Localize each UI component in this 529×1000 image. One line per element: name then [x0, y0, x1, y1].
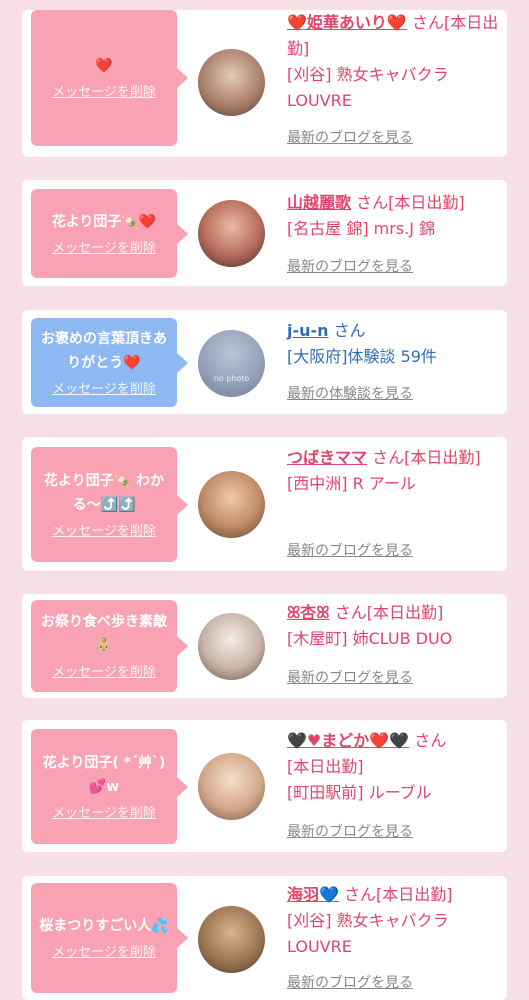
message-card: お祭り食べ歩き素敵👶🏼 メッセージを削除 ꕤ杏ꕤ さん[本日出勤] [木屋町] … [22, 594, 507, 698]
latest-blog-link[interactable]: 最新のブログを見る [287, 822, 413, 842]
status-text: [本日出勤] [404, 448, 481, 467]
profile-name-link[interactable]: つばきママ [287, 448, 367, 467]
delete-message-link[interactable]: メッセージを削除 [52, 664, 156, 682]
message-bubble: 花より団子🍡 わかる〜⤴️⤴️ メッセージを削除 [31, 447, 188, 562]
delete-message-link[interactable]: メッセージを削除 [52, 381, 156, 399]
message-text: 桜まつりすごい人💦 [39, 918, 169, 934]
latest-blog-link[interactable]: 最新のブログを見る [287, 668, 413, 688]
profile-info: j-u-n さん [大阪府]体験談 59件 [287, 318, 502, 370]
latest-blog-link[interactable]: 最新のブログを見る [287, 973, 413, 993]
avatar[interactable]: no photo [198, 330, 265, 397]
delete-message-link[interactable]: メッセージを削除 [52, 84, 156, 102]
shop-info: [西中洲] R アール [287, 474, 416, 493]
honorific: さん [344, 885, 377, 904]
message-bubble: 花より団子🍡❤️ メッセージを削除 [31, 189, 188, 278]
profile-info: 🖤♥まどか❤️🖤 さん [本日出勤] [町田駅前] ルーブル [287, 728, 502, 806]
message-card: 桜まつりすごい人💦 メッセージを削除 海羽💙 さん[本日出勤] [刈谷] 熟女キ… [22, 876, 507, 1000]
shop-name: LOUVRE [287, 937, 352, 956]
delete-message-link[interactable]: メッセージを削除 [52, 805, 156, 823]
profile-name-link[interactable]: j-u-n [287, 321, 329, 340]
status-text: [本日出勤] [287, 757, 364, 776]
delete-message-link[interactable]: メッセージを削除 [52, 240, 156, 258]
honorific: さん [356, 193, 389, 212]
message-card: お褒めの言葉頂きありがとう❤️ メッセージを削除 no photo j-u-n … [22, 310, 507, 414]
avatar[interactable] [198, 753, 265, 820]
profile-info: ꕤ杏ꕤ さん[本日出勤] [木屋町] 姉CLUB DUO [287, 600, 502, 652]
message-text: 花より団子🍡❤️ [51, 213, 157, 230]
avatar[interactable] [198, 906, 265, 973]
message-bubble: お祭り食べ歩き素敵👶🏼 メッセージを削除 [31, 600, 188, 692]
latest-blog-link[interactable]: 最新のブログを見る [287, 257, 413, 277]
profile-name-link[interactable]: 海羽💙 [287, 885, 339, 904]
message-card: 花より団子🍡 わかる〜⤴️⤴️ メッセージを削除 つばきママ さん[本日出勤] … [22, 437, 507, 571]
profile-name-link[interactable]: 山越麗歌 [287, 193, 351, 212]
avatar[interactable] [198, 49, 265, 116]
message-list: ❤️ メッセージを削除 ❤️姫華あいり❤️ さん[本日出勤] [刈谷] 熟女キャ… [0, 0, 529, 1000]
honorific: さん [411, 13, 444, 32]
message-card: 花より団子( *´艸`)💕w メッセージを削除 🖤♥まどか❤️🖤 さん [本日出… [22, 720, 507, 852]
delete-message-link[interactable]: メッセージを削除 [52, 523, 156, 541]
message-bubble: お褒めの言葉頂きありがとう❤️ メッセージを削除 [31, 318, 188, 407]
profile-name-link[interactable]: 🖤♥まどか❤️🖤 [287, 731, 409, 750]
review-info: [大阪府]体験談 59件 [287, 347, 437, 366]
profile-info: 山越麗歌 さん[本日出勤] [名古屋 錦] mrs.J 錦 [287, 190, 502, 242]
avatar[interactable] [198, 200, 265, 267]
latest-review-link[interactable]: 最新の体験談を見る [287, 384, 413, 404]
honorific: さん [333, 321, 366, 340]
message-text: 花より団子( *´艸`)💕w [42, 754, 166, 795]
message-bubble: 花より団子( *´艸`)💕w メッセージを削除 [31, 729, 188, 844]
profile-name-link[interactable]: ❤️姫華あいり❤️ [287, 13, 407, 32]
profile-name-link[interactable]: ꕤ杏ꕤ [287, 603, 330, 622]
delete-message-link[interactable]: メッセージを削除 [52, 944, 156, 962]
honorific: さん [414, 731, 447, 750]
status-text: [本日出勤] [376, 885, 453, 904]
message-text: ❤️ [95, 58, 113, 74]
shop-info: [木屋町] 姉CLUB DUO [287, 629, 453, 648]
message-bubble: ❤️ メッセージを削除 [31, 10, 188, 146]
message-text: お祭り食べ歩き素敵👶🏼 [41, 614, 167, 654]
shop-info: [名古屋 錦] mrs.J 錦 [287, 219, 436, 238]
latest-blog-link[interactable]: 最新のブログを見る [287, 541, 413, 561]
profile-info: 海羽💙 さん[本日出勤] [刈谷] 熟女キャバクラ LOUVRE [287, 882, 502, 960]
shop-info: [刈谷] 熟女キャバクラ [287, 65, 449, 84]
shop-name: LOUVRE [287, 91, 352, 110]
message-text: 花より団子🍡 わかる〜⤴️⤴️ [43, 472, 165, 513]
profile-info: つばきママ さん[本日出勤] [西中洲] R アール [287, 445, 502, 497]
profile-info: ❤️姫華あいり❤️ さん[本日出勤] [刈谷] 熟女キャバクラ LOUVRE [287, 10, 502, 114]
message-text: お褒めの言葉頂きありがとう❤️ [41, 330, 167, 371]
shop-info: [刈谷] 熟女キャバクラ [287, 911, 449, 930]
no-photo-label: no photo [213, 374, 250, 383]
shop-info: [町田駅前] ルーブル [287, 783, 432, 802]
message-card: ❤️ メッセージを削除 ❤️姫華あいり❤️ さん[本日出勤] [刈谷] 熟女キャ… [22, 10, 507, 157]
avatar[interactable] [198, 613, 265, 680]
status-text: [本日出勤] [366, 603, 444, 622]
avatar[interactable] [198, 471, 265, 538]
honorific: さん [372, 448, 405, 467]
latest-blog-link[interactable]: 最新のブログを見る [287, 128, 413, 148]
message-card: 花より団子🍡❤️ メッセージを削除 山越麗歌 さん[本日出勤] [名古屋 錦] … [22, 180, 507, 286]
message-bubble: 桜まつりすごい人💦 メッセージを削除 [31, 883, 188, 993]
honorific: さん [334, 603, 367, 622]
status-text: [本日出勤] [388, 193, 465, 212]
